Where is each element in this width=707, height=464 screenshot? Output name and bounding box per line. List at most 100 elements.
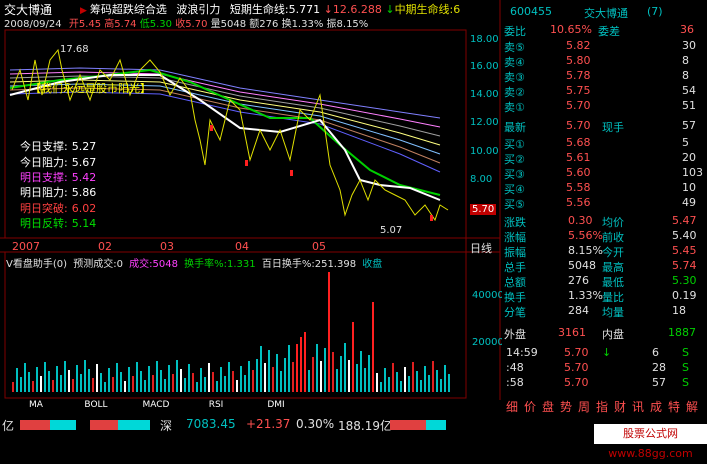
- volume-bar: [160, 370, 162, 392]
- volume-bar: [224, 376, 226, 392]
- period-daily[interactable]: 日线: [470, 240, 492, 256]
- support-value: 5.67: [71, 156, 97, 169]
- volume-bar: [444, 365, 446, 392]
- time-axis-02: 02: [98, 240, 112, 253]
- func-tab[interactable]: 势: [560, 398, 572, 415]
- volume-bar: [56, 366, 58, 392]
- volume-bar: [320, 361, 322, 392]
- sell-price: 5.78: [566, 69, 591, 82]
- tick-time: :58: [506, 376, 524, 389]
- volume-bar: [48, 371, 50, 392]
- tab-dmi[interactable]: DMI: [248, 400, 304, 413]
- volume-bar: [80, 374, 82, 392]
- vol-axis-40000: 40000: [472, 290, 504, 301]
- sell-price: 5.70: [566, 99, 591, 112]
- volume-bar: [216, 381, 218, 392]
- tab-ma[interactable]: MA: [8, 400, 64, 413]
- brand-watermark: 股票公式网www.88gg.com: [594, 424, 707, 460]
- func-tab[interactable]: 价: [524, 398, 536, 415]
- support-line-0: 今日支撑: 5.27: [20, 138, 96, 154]
- volume-bar: [176, 360, 178, 392]
- tick-time: 14:59: [506, 346, 538, 359]
- vol-axis-20000: 20000: [472, 337, 504, 348]
- stat-label: 分笔: [504, 306, 526, 319]
- market-label: 深: [160, 419, 173, 433]
- price-axis-16: 16.00: [470, 61, 499, 72]
- func-tab[interactable]: 讯: [632, 398, 644, 415]
- volume-bar: [312, 357, 314, 392]
- ohlc-summary: 2008/09/24 开5.45 高5.74 低5.30 收5.70 量5048…: [4, 19, 369, 30]
- volume-bar: [184, 378, 186, 392]
- status-mid-meter: [90, 420, 150, 430]
- volume-bar: [196, 382, 198, 392]
- volume-bar: [136, 362, 138, 392]
- stat-value: 0.19: [672, 289, 697, 302]
- volume-bar: [100, 373, 102, 392]
- latest-value: 5.70: [566, 119, 591, 132]
- volume-bar: [400, 381, 402, 392]
- support-line-2: 明日支撑: 5.42: [20, 169, 96, 185]
- volume-bar: [36, 367, 38, 392]
- support-value: 5.86: [71, 186, 97, 199]
- func-tab[interactable]: 周: [578, 398, 590, 415]
- func-tab[interactable]: 解: [686, 398, 698, 415]
- support-label: 今日阻力:: [20, 156, 68, 169]
- stat-value: 1.33%: [568, 289, 603, 302]
- stat-label: 均量: [602, 306, 624, 319]
- volume-bar: [180, 369, 182, 392]
- volume-bar: [288, 345, 290, 392]
- volume-bar: [392, 363, 394, 392]
- volume-bar: [32, 381, 34, 392]
- volume-bar: [252, 370, 254, 392]
- stat-value: 5.74: [672, 259, 697, 272]
- volume-bar: [148, 366, 150, 392]
- tab-rsi[interactable]: RSI: [188, 400, 244, 413]
- status-right-meter: [390, 420, 446, 430]
- support-label: 今日支撑:: [20, 140, 68, 153]
- func-tab[interactable]: 指: [596, 398, 608, 415]
- func-tab[interactable]: 成: [650, 398, 662, 415]
- volume-bar: [108, 368, 110, 392]
- volume-bar: [348, 360, 350, 392]
- tab-boll[interactable]: BOLL: [68, 400, 124, 413]
- support-line-4: 明日突破: 6.02: [20, 200, 96, 216]
- support-label: 明日反转:: [20, 217, 68, 230]
- stat-value: 5048: [568, 259, 596, 272]
- volume-bar: [380, 382, 382, 392]
- inner-label: 内盘: [602, 328, 624, 341]
- volume-bar: [420, 380, 422, 392]
- volume-bar: [384, 368, 386, 392]
- support-value: 5.14: [71, 217, 97, 230]
- tab-macd[interactable]: MACD: [128, 400, 184, 413]
- support-line-5: 明日反转: 5.14: [20, 215, 96, 231]
- buy-price: 5.56: [566, 196, 591, 209]
- func-tab[interactable]: 细: [506, 398, 518, 415]
- volume-bar: [272, 367, 274, 392]
- status-left-label: 亿: [2, 419, 15, 433]
- volume-bar: [404, 367, 406, 392]
- volume-bar: [396, 372, 398, 392]
- current-price-tag: 5.70: [470, 204, 497, 215]
- func-tab[interactable]: 特: [668, 398, 680, 415]
- volume-bar: [168, 365, 170, 392]
- price-axis-14: 14.00: [470, 89, 499, 100]
- volume-bar: [232, 371, 234, 392]
- volume-bar: [428, 375, 430, 392]
- volume-bar: [144, 380, 146, 392]
- volume-bar: [52, 380, 54, 392]
- watermark-text: 【我们永远是股市阳光】: [30, 82, 151, 95]
- stat-value: 0.30: [568, 214, 593, 227]
- buy-label: 买⑤: [504, 198, 525, 211]
- volume-bar: [336, 369, 338, 392]
- volume-bar: [280, 371, 282, 392]
- volume-bar: [296, 344, 298, 392]
- weibi-value: 10.65%: [550, 23, 592, 36]
- volume-bar: [256, 359, 258, 392]
- candle-marker: [290, 170, 293, 176]
- volume-bar: [360, 351, 362, 392]
- func-tab[interactable]: 盘: [542, 398, 554, 415]
- support-label: 明日突破:: [20, 202, 68, 215]
- volume-bar: [188, 364, 190, 392]
- func-tab[interactable]: 财: [614, 398, 626, 415]
- quote-panel: 600455 交大博通 (7) 委比 10.65% 委差 36 卖⑤ 5.82 30…: [502, 0, 707, 415]
